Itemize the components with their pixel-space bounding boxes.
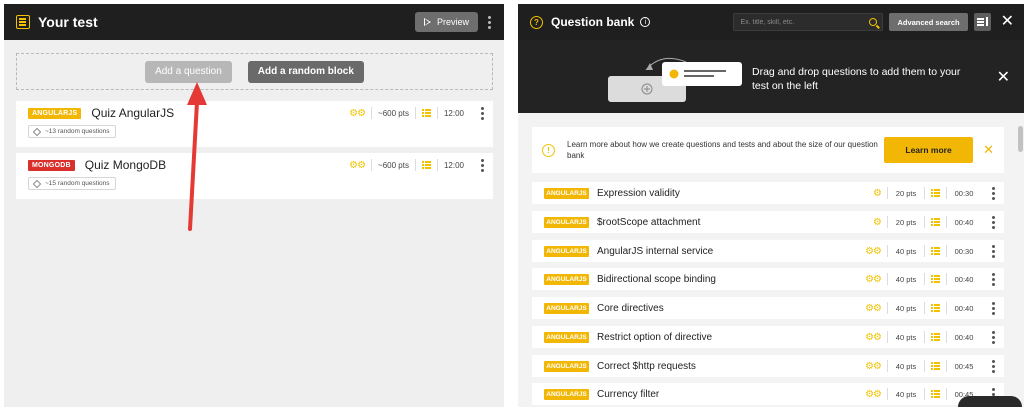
question-time: 00:40 — [954, 217, 974, 227]
help-button[interactable] — [958, 396, 1022, 407]
question-points: 40 pts — [895, 274, 917, 284]
question-row[interactable]: ANGULARJS AngularJS internal service ⚙⚙ 40 … — [532, 240, 1004, 262]
question-points: 40 pts — [895, 246, 917, 256]
question-menu-icon[interactable] — [988, 359, 998, 373]
question-title: Bidirectional scope binding — [597, 273, 716, 285]
sort-icon[interactable] — [973, 13, 991, 31]
question-row[interactable]: ANGULARJS Core directives ⚙⚙ 40 pts 00:40 — [532, 297, 1004, 319]
question-list-area: ! Learn more about how we create questio… — [518, 113, 1024, 407]
question-menu-icon[interactable] — [988, 244, 998, 258]
question-bank-header: ? Question bank i Advanced search ✕ — [518, 4, 1024, 40]
list-bullets-icon — [931, 362, 940, 370]
advanced-search-button[interactable]: Advanced search — [889, 13, 968, 31]
question-points: 40 pts — [895, 332, 917, 342]
question-menu-icon[interactable] — [988, 215, 998, 229]
difficulty-gears-icon: ⚙⚙ — [865, 360, 882, 372]
question-title: Expression validity — [597, 187, 680, 199]
learn-more-button[interactable]: Learn more — [883, 137, 974, 163]
list-bullets-icon — [931, 275, 940, 283]
question-title: $rootScope attachment — [597, 216, 701, 228]
difficulty-gears-icon: ⚙⚙ — [865, 331, 882, 343]
question-time: 00:30 — [954, 188, 974, 198]
question-row[interactable]: ANGULARJS Bidirectional scope binding ⚙⚙ 40… — [532, 268, 1004, 290]
question-points: 40 pts — [895, 303, 917, 313]
question-title: Currency filter — [597, 388, 660, 400]
question-menu-icon[interactable] — [988, 301, 998, 315]
banner-text: Drag and drop questions to add them to y… — [752, 66, 961, 92]
test-panel: Your test Preview Add a question Add a r… — [4, 4, 504, 407]
question-menu-icon[interactable] — [988, 330, 998, 344]
annotation-arrow — [187, 82, 207, 231]
difficulty-gears-icon: ⚙ — [873, 216, 882, 228]
question-title: Restrict option of directive — [597, 331, 713, 343]
question-row[interactable]: ANGULARJS $rootScope attachment ⚙ 20 pts 00:… — [532, 211, 1004, 233]
alert-icon: ! — [542, 143, 555, 157]
list-bullets-icon — [931, 218, 940, 226]
question-tag: ANGULARJS — [544, 273, 589, 285]
close-icon[interactable]: ✕ — [1001, 14, 1014, 30]
question-tag: ANGULARJS — [544, 388, 589, 400]
difficulty-gears-icon: ⚙⚙ — [865, 273, 882, 285]
search-icon[interactable] — [869, 18, 878, 26]
banner-close-icon[interactable]: ✕ — [997, 67, 1010, 87]
question-points: 20 pts — [895, 217, 917, 227]
learn-close-icon[interactable]: ✕ — [983, 142, 994, 158]
list-bullets-icon — [931, 247, 940, 255]
question-row[interactable]: ANGULARJS Correct $http requests ⚙⚙ 40 pts 0… — [532, 355, 1004, 377]
question-tag: ANGULARJS — [544, 187, 589, 199]
question-time: 00:40 — [954, 303, 974, 313]
learn-more-text: Learn more about how we create questions… — [567, 140, 878, 160]
difficulty-gears-icon: ⚙ — [873, 187, 882, 199]
difficulty-gears-icon: ⚙⚙ — [865, 302, 882, 314]
learn-more-card: ! Learn more about how we create questio… — [532, 127, 1004, 173]
question-title: Correct $http requests — [597, 360, 696, 372]
question-time: 00:45 — [954, 361, 974, 371]
question-row[interactable]: ANGULARJS Currency filter ⚙⚙ 40 pts 00:45 — [532, 383, 1004, 405]
drag-drop-banner: Drag and drop questions to add them to y… — [518, 40, 1024, 113]
list-bullets-icon — [931, 390, 940, 398]
question-tag: ANGULARJS — [544, 245, 589, 257]
difficulty-gears-icon: ⚙⚙ — [865, 245, 882, 257]
question-mark-icon: ? — [530, 15, 543, 29]
question-time: 00:40 — [954, 332, 974, 342]
question-title: Core directives — [597, 302, 664, 314]
search-box — [733, 13, 884, 31]
question-row[interactable]: ANGULARJS Expression validity ⚙ 20 pts 00:30 — [532, 182, 1004, 204]
question-row[interactable]: ANGULARJS Restrict option of directive ⚙⚙ 4… — [532, 326, 1004, 348]
question-bank-title: Question bank — [551, 15, 635, 29]
question-time: 00:40 — [954, 274, 974, 284]
question-time: 00:30 — [954, 246, 974, 256]
list-bullets-icon — [931, 189, 940, 197]
question-tag: ANGULARJS — [544, 360, 589, 372]
question-tag: ANGULARJS — [544, 216, 589, 228]
search-input[interactable] — [740, 18, 870, 26]
scrollbar[interactable] — [1018, 126, 1023, 152]
question-points: 40 pts — [895, 361, 917, 371]
info-icon[interactable]: i — [640, 17, 651, 27]
question-title: AngularJS internal service — [597, 245, 714, 257]
question-tag: ANGULARJS — [544, 302, 589, 314]
app-root: Your test Preview Add a question Add a r… — [0, 0, 1024, 407]
difficulty-gears-icon: ⚙⚙ — [865, 388, 882, 400]
question-tag: ANGULARJS — [544, 331, 589, 343]
question-points: 20 pts — [895, 188, 917, 198]
list-bullets-icon — [931, 333, 940, 341]
drag-drop-illustration-icon — [608, 57, 742, 102]
list-bullets-icon — [931, 304, 940, 312]
question-menu-icon[interactable] — [988, 272, 998, 286]
question-points: 40 pts — [895, 389, 917, 399]
question-bank-panel: ? Question bank i Advanced search ✕ — [518, 4, 1024, 407]
question-menu-icon[interactable] — [988, 186, 998, 200]
